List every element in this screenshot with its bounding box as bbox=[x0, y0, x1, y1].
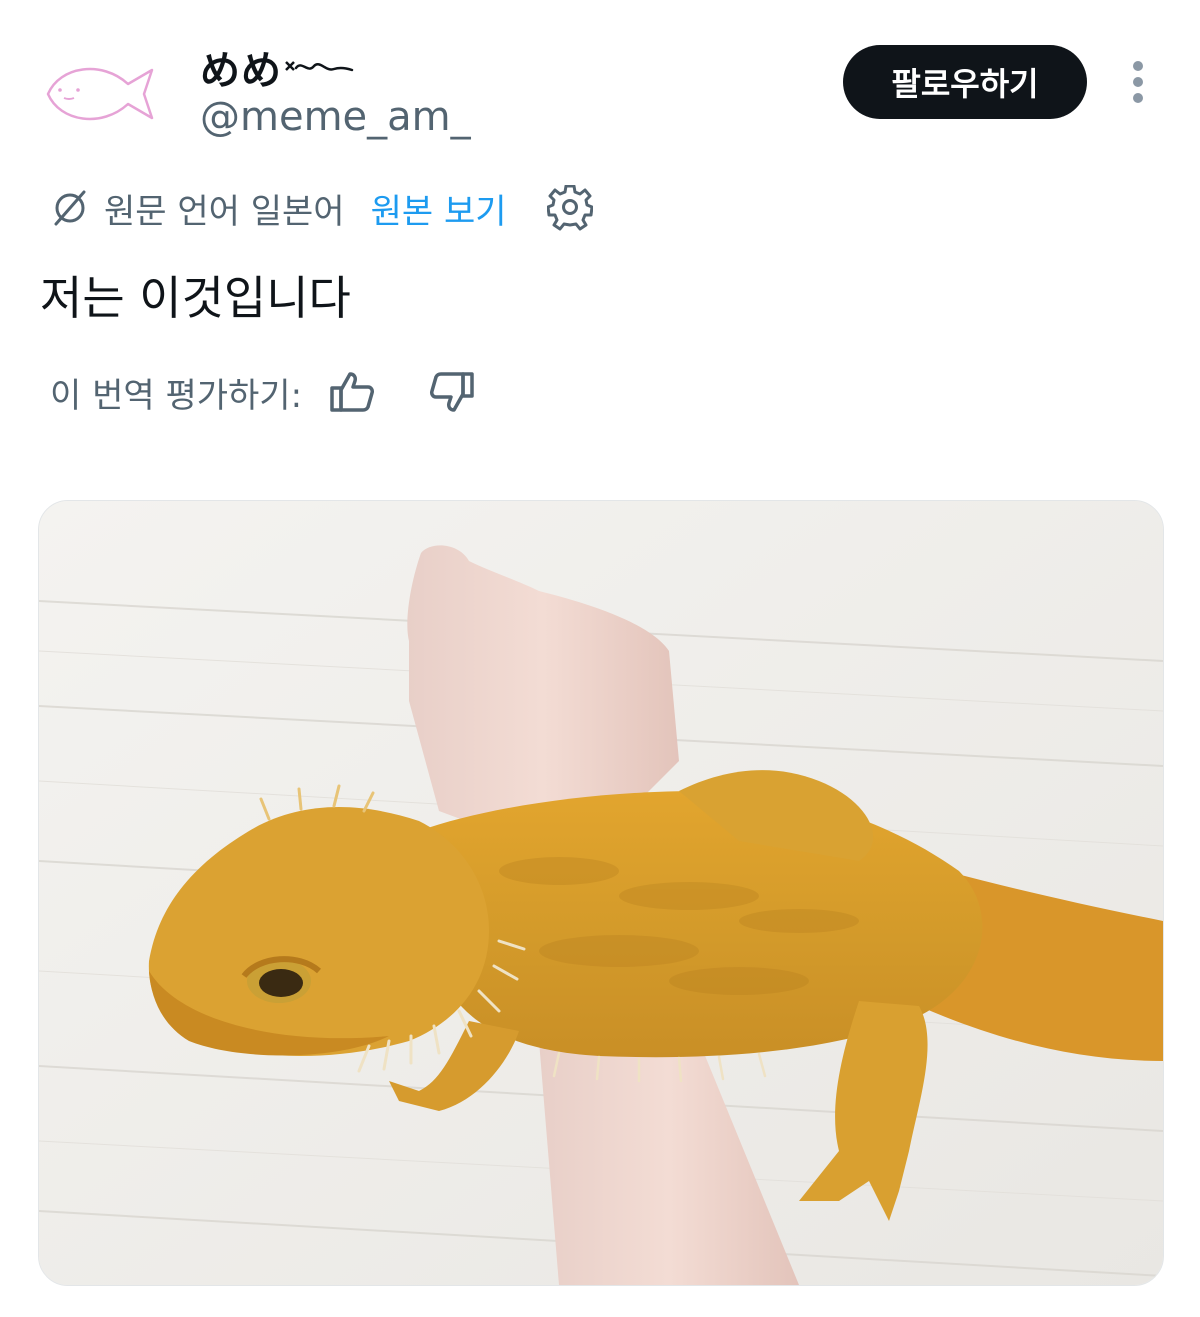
tweet-photo[interactable] bbox=[38, 500, 1164, 1286]
user-avatar[interactable] bbox=[38, 54, 158, 134]
translation-rating: 이 번역 평가하기: bbox=[50, 364, 476, 420]
tweet-text: 저는 이것입니다 bbox=[40, 271, 351, 325]
bearded-dragon-on-arm-photo bbox=[39, 501, 1163, 1285]
user-handle[interactable]: @meme_am_ bbox=[200, 94, 471, 140]
translation-info: 원문 언어 일본어 원본 보기 bbox=[50, 182, 593, 234]
globe-slash-icon bbox=[54, 190, 86, 226]
more-vertical-icon[interactable] bbox=[1118, 60, 1158, 104]
display-name-decoration bbox=[285, 61, 354, 72]
display-name[interactable]: めめ bbox=[200, 42, 354, 94]
display-name-text: めめ bbox=[200, 48, 282, 94]
thumbs-down-icon[interactable] bbox=[428, 368, 476, 416]
source-language-label: 원문 언어 일본어 bbox=[104, 191, 345, 232]
thumbs-up-icon[interactable] bbox=[328, 368, 376, 416]
rate-translation-label: 이 번역 평가하기: bbox=[50, 375, 303, 416]
show-original-link[interactable]: 원본 보기 bbox=[371, 184, 507, 233]
follow-button[interactable]: 팔로우하기 bbox=[843, 45, 1087, 119]
gear-icon[interactable] bbox=[546, 185, 593, 231]
